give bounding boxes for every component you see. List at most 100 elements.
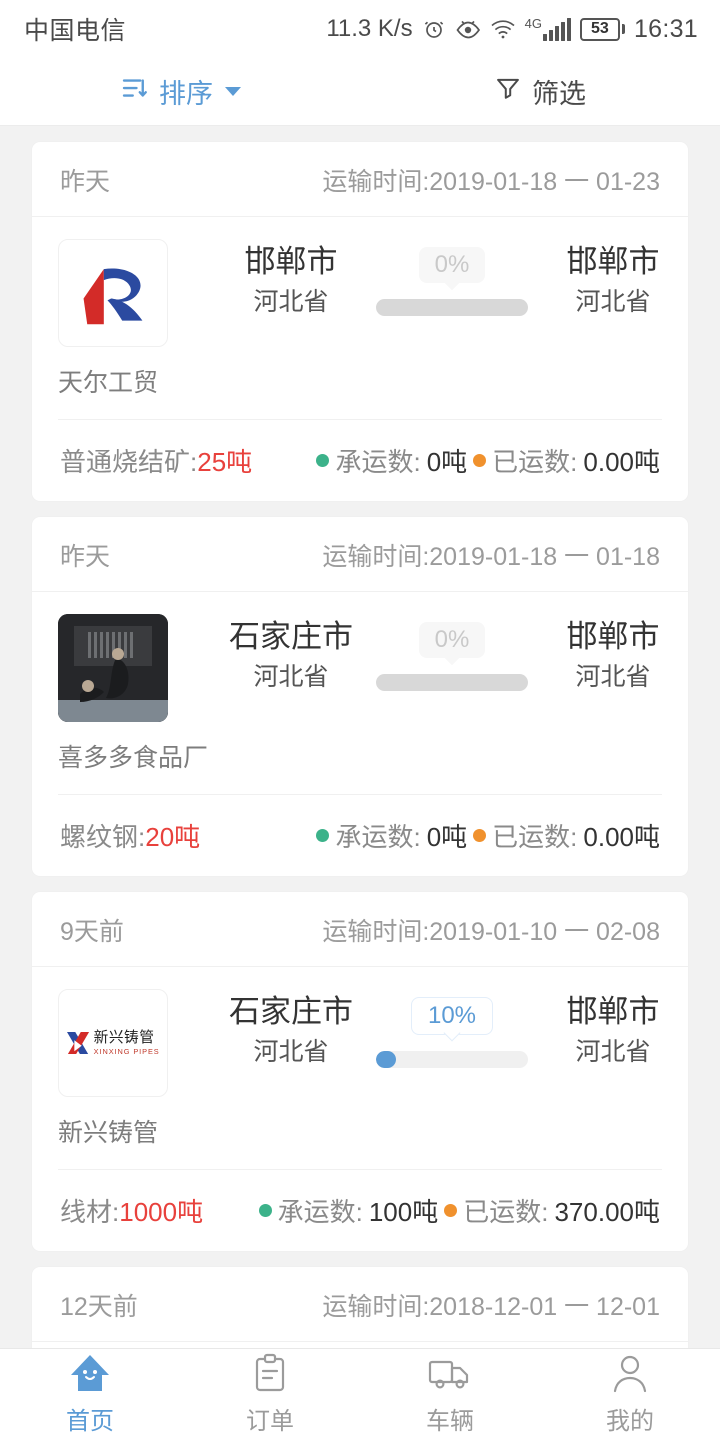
order-card-header: 昨天 运输时间:2019-01-18 一 01-18: [32, 517, 688, 592]
sort-icon: [119, 73, 149, 110]
carried-label: 承运数:: [335, 447, 421, 477]
progress-block: 0%: [376, 243, 528, 316]
carried-value: 100吨: [368, 1197, 439, 1227]
home-icon: [69, 1353, 111, 1393]
carried-dot-icon: [316, 829, 330, 842]
destination-city-label: 邯郸市: [566, 619, 660, 654]
progress-block: 10%: [376, 993, 528, 1068]
wifi-icon: [490, 18, 516, 40]
clock-label: 16:31: [633, 14, 698, 43]
destination-endpoint: 邯郸市 河北省: [528, 243, 698, 320]
order-list[interactable]: 昨天 运输时间:2019-01-18 一 01-23 天尔工贸 邯郸市 河北省 …: [0, 126, 720, 1348]
network-speed-label: 11.3 K/s: [326, 15, 413, 42]
goods-name: 普通烧结矿:: [60, 447, 198, 477]
person-icon: [610, 1353, 650, 1393]
shipped-dot-icon: [473, 454, 487, 467]
route-block: 邯郸市 河北省 0% 邯郸市 河北省: [206, 239, 698, 399]
xinxing-pipes-logo: 新兴铸管 XINXING PIPES: [58, 989, 168, 1097]
app-screen: 中国电信 11.3 K/s 4G 53 16:31 排序 筛选 昨天 运输时间:…: [0, 0, 720, 1440]
goods-amount: 25吨: [197, 447, 253, 477]
shipped-value: 370.00吨: [554, 1197, 660, 1227]
goods-amount: 1000吨: [119, 1197, 204, 1227]
alarm-icon: [422, 17, 446, 41]
goods-label: 线材:1000吨: [60, 1192, 203, 1229]
carried-value: 0吨: [426, 447, 468, 477]
relative-time-label: 9天前: [60, 918, 124, 946]
transport-range-label: 运输时间:2019-01-18 一 01-23: [322, 168, 660, 196]
shipper-block: 喜多多食品厂: [58, 614, 209, 774]
order-card[interactable]: 昨天 运输时间:2019-01-18 一 01-23 天尔工贸 邯郸市 河北省 …: [32, 142, 688, 501]
route-block: 石家庄市 河北省 0% 邯郸市 河北省: [206, 614, 698, 774]
origin-endpoint: 石家庄市 河北省: [206, 618, 376, 695]
shipper-block: 新兴铸管 XINXING PIPES 新兴铸管: [58, 989, 206, 1149]
relative-time-label: 12天前: [60, 1293, 138, 1321]
destination-province-label: 河北省: [575, 662, 651, 691]
route-block: 石家庄市 河北省 10% 邯郸市 河北省: [206, 989, 698, 1149]
order-card[interactable]: 9天前 运输时间:2019-01-10 一 02-08 新兴铸管 XINXING…: [32, 892, 688, 1251]
logo-text-cn: 新兴铸管: [93, 1029, 155, 1046]
origin-city-label: 石家庄市: [229, 619, 353, 654]
sort-button[interactable]: 排序: [0, 58, 360, 125]
order-card-header: 12天前 运输时间:2018-12-01 一 12-01: [32, 1267, 688, 1342]
order-card-footer: 普通烧结矿:25吨 承运数: 0吨 已运数: 0.00吨: [58, 419, 662, 501]
carried-dot-icon: [258, 1204, 272, 1217]
progress-block: 0%: [376, 618, 528, 691]
filter-label: 筛选: [532, 79, 586, 109]
carried-dot-icon: [316, 454, 330, 467]
relative-time-label: 昨天: [60, 543, 111, 571]
order-card[interactable]: 12天前 运输时间:2018-12-01 一 12-01 新兴铸管: [32, 1267, 688, 1348]
progress-bar: [376, 299, 528, 316]
shipped-dot-icon: [473, 829, 487, 842]
origin-province-label: 河北省: [253, 1037, 329, 1066]
list-toolbar: 排序 筛选: [0, 58, 720, 126]
progress-percent-badge: 10%: [410, 997, 494, 1035]
status-bar: 中国电信 11.3 K/s 4G 53 16:31: [0, 0, 720, 58]
carrier-label: 中国电信: [24, 17, 127, 45]
counts-block: 承运数: 0吨 已运数: 0.00吨: [316, 442, 660, 479]
goods-label: 普通烧结矿:25吨: [60, 442, 252, 479]
destination-endpoint: 邯郸市 河北省: [528, 618, 698, 695]
order-card-header: 9天前 运输时间:2019-01-10 一 02-08: [32, 892, 688, 967]
tab-profile-label: 我的: [606, 1408, 654, 1435]
goods-name: 螺纹钢:: [60, 822, 146, 852]
bottom-tab-bar: 首页 订单 车辆 我的: [0, 1348, 720, 1440]
network-type-label: 4G: [524, 16, 542, 31]
tab-vehicles[interactable]: 车辆: [360, 1349, 540, 1440]
origin-province-label: 河北省: [253, 287, 329, 316]
carried-value: 0吨: [426, 822, 468, 852]
destination-province-label: 河北省: [575, 287, 651, 316]
order-card-body: 天尔工贸 邯郸市 河北省 0% 邯郸市 河北省: [32, 217, 688, 407]
counts-block: 承运数: 0吨 已运数: 0.00吨: [316, 817, 660, 854]
shipper-block: 天尔工贸: [58, 239, 206, 399]
tab-orders-label: 订单: [246, 1408, 294, 1435]
tab-orders[interactable]: 订单: [180, 1349, 360, 1440]
progress-percent-badge: 0%: [418, 622, 486, 658]
order-card-footer: 螺纹钢:20吨 承运数: 0吨 已运数: 0.00吨: [58, 794, 662, 876]
goods-name: 线材:: [60, 1197, 120, 1227]
order-card[interactable]: 昨天 运输时间:2019-01-18 一 01-18 喜多多食品厂 石家庄市 河…: [32, 517, 688, 876]
filter-button[interactable]: 筛选: [360, 58, 720, 125]
tab-home-label: 首页: [66, 1408, 114, 1435]
eye-icon: [455, 18, 481, 40]
tab-home[interactable]: 首页: [0, 1349, 180, 1440]
xiduoduo-photo: [58, 614, 168, 722]
goods-amount: 20吨: [145, 822, 201, 852]
shipped-value: 0.00吨: [583, 822, 660, 852]
order-card-header: 昨天 运输时间:2019-01-18 一 01-23: [32, 142, 688, 217]
signal-bars: [542, 18, 571, 41]
order-card-body: 喜多多食品厂 石家庄市 河北省 0% 邯郸市 河北省: [32, 592, 688, 782]
origin-province-label: 河北省: [253, 662, 329, 691]
origin-city-label: 石家庄市: [229, 994, 353, 1029]
order-card-body: 新兴铸管 XINXING PIPES 新兴铸管 石家庄市 河北省 10% 邯郸市…: [32, 967, 688, 1157]
battery-icon: 53: [579, 17, 625, 41]
goods-label: 螺纹钢:20吨: [60, 817, 200, 854]
progress-bar: [376, 674, 528, 691]
shipped-value: 0.00吨: [583, 447, 660, 477]
tab-profile[interactable]: 我的: [540, 1349, 720, 1440]
shipper-name-label: 喜多多食品厂: [58, 744, 209, 772]
shipped-label: 已运数:: [492, 447, 578, 477]
origin-endpoint: 石家庄市 河北省: [206, 993, 376, 1070]
counts-block: 承运数: 100吨 已运数: 370.00吨: [258, 1192, 660, 1229]
carried-label: 承运数:: [277, 1197, 363, 1227]
destination-endpoint: 邯郸市 河北省: [528, 993, 698, 1070]
